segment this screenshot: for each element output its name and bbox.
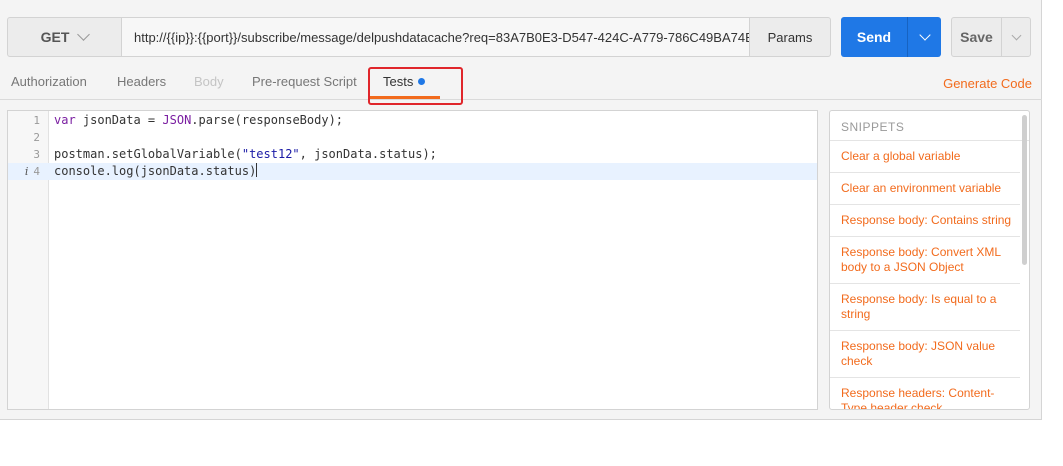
- save-dropdown-button[interactable]: [1002, 18, 1030, 56]
- snippets-heading: SNIPPETS: [830, 111, 1029, 141]
- send-dropdown-button[interactable]: [908, 17, 941, 57]
- tab-body[interactable]: Body: [194, 74, 224, 89]
- save-button[interactable]: Save: [952, 18, 1002, 56]
- code-line-active: i4 console.log(jsonData.status): [8, 163, 817, 180]
- snippet-item[interactable]: Response headers: Content-Type header ch…: [830, 378, 1020, 409]
- line-number: 2: [33, 131, 40, 144]
- url-input[interactable]: http://{{ip}}:{{port}}/subscribe/message…: [122, 17, 750, 57]
- save-button-group: Save: [951, 17, 1031, 57]
- chevron-down-icon: [918, 28, 931, 41]
- request-tabs: Authorization Headers Body Pre-request S…: [0, 66, 1042, 100]
- send-button[interactable]: Send: [841, 17, 908, 57]
- line-number: i4: [24, 165, 40, 178]
- snippet-item[interactable]: Response body: JSON value check: [830, 331, 1020, 378]
- line-number: 3: [33, 148, 40, 161]
- code-line: 2: [8, 129, 817, 146]
- tab-headers[interactable]: Headers: [117, 74, 166, 89]
- generate-code-link[interactable]: Generate Code: [943, 76, 1032, 91]
- snippet-item[interactable]: Response body: Is equal to a string: [830, 284, 1020, 331]
- chevron-down-icon: [77, 28, 91, 41]
- snippet-item[interactable]: Clear an environment variable: [830, 173, 1020, 205]
- snippet-item[interactable]: Clear a global variable: [830, 141, 1020, 173]
- snippet-item[interactable]: Response body: Contains string: [830, 205, 1020, 237]
- snippets-panel: SNIPPETS Clear a global variable Clear a…: [829, 110, 1030, 410]
- code-line: 1 var jsonData = JSON.parse(responseBody…: [8, 112, 817, 129]
- tab-pre-request-script[interactable]: Pre-request Script: [252, 74, 357, 89]
- text-cursor: [256, 163, 258, 177]
- tab-authorization[interactable]: Authorization: [11, 74, 87, 89]
- snippets-scrollbar[interactable]: [1022, 115, 1027, 265]
- method-label: GET: [40, 29, 70, 45]
- tests-tab-highlight-box: [368, 67, 463, 105]
- code-line: 3 postman.setGlobalVariable("test12", js…: [8, 146, 817, 163]
- params-button[interactable]: Params: [750, 17, 831, 57]
- method-select[interactable]: GET: [7, 17, 122, 57]
- chevron-down-icon: [1011, 30, 1021, 40]
- info-marker-icon: i: [24, 165, 29, 178]
- tests-code-editor[interactable]: 1 var jsonData = JSON.parse(responseBody…: [7, 110, 818, 410]
- send-button-group: Send: [841, 17, 941, 57]
- line-number: 1: [33, 114, 40, 127]
- snippet-item[interactable]: Response body: Convert XML body to a JSO…: [830, 237, 1020, 284]
